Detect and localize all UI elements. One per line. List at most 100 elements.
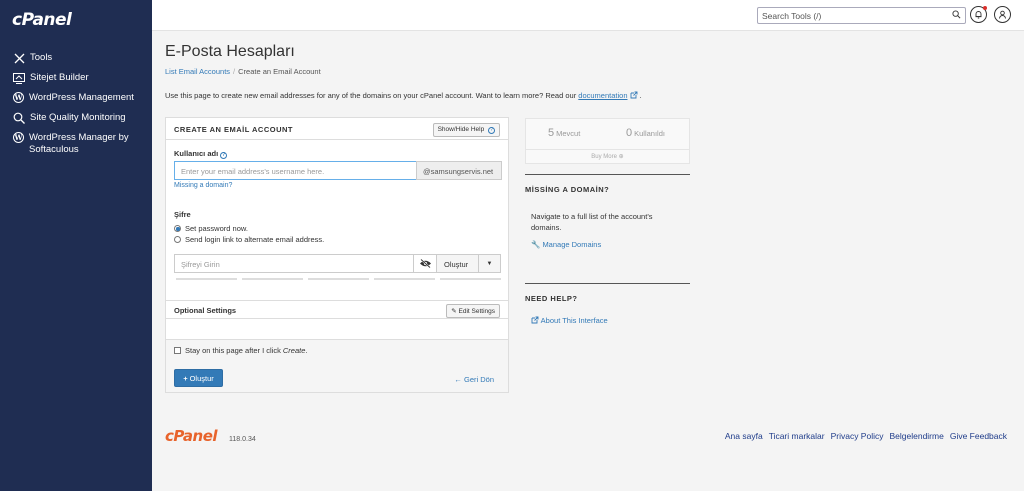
sidebar-item-site-quality[interactable]: Site Quality Monitoring (0, 108, 152, 128)
help-icon: ? (488, 127, 495, 134)
username-input[interactable]: Enter your email address's username here… (174, 161, 417, 180)
buy-more-link[interactable]: Buy More ⊕ (526, 149, 689, 160)
radio-set-password[interactable]: Set password now. (174, 224, 248, 233)
footer-link-privacy[interactable]: Privacy Policy (831, 431, 884, 441)
external-link-icon (531, 316, 539, 324)
main-content: E-Posta Hesapları List Email Accounts / Cr… (152, 31, 1024, 491)
username-placeholder: Enter your email address's username here… (181, 167, 325, 176)
radio-send-link[interactable]: Send login link to alternate email addre… (174, 235, 324, 244)
need-help-heading: NEED HELP? (525, 283, 690, 303)
notification-dot (983, 6, 987, 10)
stat-used: 0 Kullanıldı (626, 127, 665, 139)
user-icon (999, 10, 1006, 19)
about-interface-label: About This Interface (540, 316, 608, 325)
password-label: Şifre (174, 210, 191, 219)
missing-domain-link[interactable]: Missing a domain? (174, 182, 232, 189)
generate-password-button[interactable]: Oluştur ▼ (436, 254, 501, 273)
sitejet-icon (13, 72, 25, 84)
arrow-left-icon: ← (454, 375, 462, 384)
about-interface-link[interactable]: About This Interface (531, 316, 608, 325)
toggle-visibility-button[interactable] (413, 254, 437, 273)
email-stats: 5 Mevcut 0 Kullanıldı Buy More ⊕ (525, 118, 690, 164)
domain-addon: @samsungservis.net (416, 161, 502, 180)
arrow-right-circle-icon: ⊕ (618, 154, 624, 160)
footer-link-documentation[interactable]: Belgelendirme (889, 431, 943, 441)
username-label: Kullanıcı adı? (174, 149, 228, 159)
footer-links: Ana sayfa Ticari markalar Privacy Policy… (725, 431, 1007, 441)
form-footer: Stay on this page after I click Create. +… (166, 339, 508, 392)
edit-settings-label: Edit Settings (458, 308, 496, 315)
sidebar-item-label: Site Quality Monitoring (30, 112, 126, 123)
available-label: Mevcut (556, 129, 581, 138)
show-hide-help-button[interactable]: Show/Hide Help ? (432, 123, 500, 137)
panel-title: CREATE AN EMAİL ACCOUNT (174, 125, 293, 134)
create-email-panel: CREATE AN EMAİL ACCOUNT Show/Hide Help ?… (165, 117, 509, 393)
wordpress-icon: W (13, 132, 24, 143)
footer-link-trademarks[interactable]: Ticari markalar (769, 431, 825, 441)
radio-button[interactable] (174, 236, 181, 243)
user-menu-button[interactable] (994, 6, 1011, 23)
sidebar-item-wordpress-management[interactable]: W WordPress Management (0, 88, 152, 108)
sidebar-item-sitejet[interactable]: Sitejet Builder (0, 68, 152, 88)
used-label: Kullanıldı (634, 129, 665, 138)
pencil-icon: ✎ (451, 308, 457, 315)
panel-header: CREATE AN EMAİL ACCOUNT Show/Hide Help ? (166, 118, 508, 140)
topbar: Search Tools (/) (152, 0, 1024, 31)
strength-meter-segment (308, 278, 369, 280)
intro-end: . (639, 91, 642, 100)
breadcrumb-current: Create an Email Account (238, 67, 321, 76)
sidebar-item-tools[interactable]: Tools (0, 48, 152, 68)
strength-meter-segment (242, 278, 303, 280)
stay-on-page-checkbox[interactable] (174, 347, 181, 354)
create-label: Oluştur (189, 373, 214, 383)
wrench-icon: 🔧 (531, 240, 541, 249)
breadcrumb-separator: / (233, 67, 236, 76)
create-button[interactable]: + Oluştur (174, 369, 223, 387)
sidebar-item-label: WordPress Manager by Softaculous (29, 132, 129, 155)
wordpress-icon: W (13, 92, 24, 103)
go-back-link[interactable]: ← Geri Dön (454, 375, 494, 384)
sidebar-nav: Tools Sitejet Builder W WordPress Manage… (0, 48, 152, 160)
intro-text: Use this page to create new email addres… (165, 91, 642, 100)
bell-icon (975, 11, 982, 19)
missing-domain-text: Navigate to a full list of the account's… (531, 212, 653, 232)
stay-on-page-row[interactable]: Stay on this page after I click Create. (174, 346, 308, 355)
plus-icon: + (183, 373, 188, 383)
search-input[interactable]: Search Tools (/) (757, 7, 966, 24)
magnifier-icon (13, 112, 25, 124)
notifications-button[interactable] (970, 6, 987, 23)
show-hide-help-label: Show/Hide Help (437, 126, 485, 133)
footer-link-feedback[interactable]: Give Feedback (950, 431, 1007, 441)
tools-icon (13, 52, 25, 64)
intro-body: Use this page to create new email addres… (165, 91, 577, 100)
missing-domain-heading: MİSSİNG A DOMAİN? (525, 174, 690, 194)
cpanel-logo[interactable]: cPanel (12, 10, 72, 30)
footer-link-home[interactable]: Ana sayfa (725, 431, 763, 441)
optional-settings-title: Optional Settings (174, 306, 237, 315)
radio-button-selected[interactable] (174, 225, 181, 232)
breadcrumb-list-email-accounts[interactable]: List Email Accounts (165, 67, 230, 76)
stat-available: 5 Mevcut (548, 127, 580, 139)
strength-meter-segment (440, 278, 501, 280)
password-input[interactable]: Şifreyi Girin (174, 254, 414, 273)
page-title: E-Posta Hesapları (165, 43, 295, 60)
edit-settings-button[interactable]: ✎ Edit Settings (446, 304, 500, 318)
sidebar-item-label: Sitejet Builder (30, 72, 89, 83)
go-back-label: Geri Dön (463, 375, 494, 384)
caret-down-icon[interactable]: ▼ (478, 255, 500, 272)
stay-emph: Create (282, 346, 306, 355)
eye-slash-icon (419, 259, 431, 268)
used-count: 0 (626, 127, 633, 139)
manage-domains-link[interactable]: 🔧 Manage Domains (531, 240, 601, 249)
manage-domains-label: Manage Domains (542, 240, 602, 249)
radio-set-label: Set password now. (185, 224, 248, 233)
sidebar-item-softaculous[interactable]: W WordPress Manager by Softaculous (0, 128, 152, 160)
help-icon[interactable]: ? (220, 152, 228, 159)
stay-label: Stay on this page after I click (185, 346, 281, 355)
sidebar: cPanel Tools Sitejet Builder W WordPress… (0, 0, 152, 491)
version-text: 118.0.34 (229, 436, 256, 443)
documentation-link[interactable]: documentation (578, 91, 627, 100)
stay-end: . (305, 346, 308, 355)
sidebar-item-label: WordPress Management (29, 92, 134, 103)
sidebar-item-label: Tools (30, 52, 53, 63)
